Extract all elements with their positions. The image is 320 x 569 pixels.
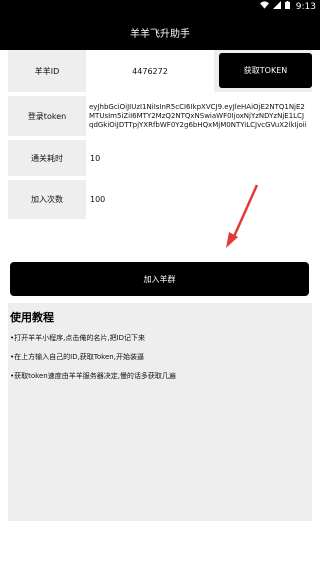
count-input[interactable]: 100 (86, 180, 312, 219)
id-row: 羊羊ID 4476272 获取TOKEN (8, 50, 312, 92)
wifi-icon (259, 1, 269, 12)
battery-icon (284, 1, 290, 12)
token-label: 登录token (8, 96, 86, 136)
join-flock-button[interactable]: 加入羊群 (10, 262, 309, 296)
signal-icon (272, 1, 281, 12)
id-input[interactable]: 4476272 (86, 50, 214, 92)
app-bar: 羊羊飞升助手 (0, 14, 320, 50)
count-row: 加入次数 100 (8, 180, 312, 219)
tutorial-step: •打开羊羊小程序,点击俺的名片,把ID记下来 (10, 334, 146, 342)
status-bar: 9:13 (0, 0, 320, 14)
id-label: 羊羊ID (8, 50, 86, 92)
token-input[interactable]: eyJhbGciOiJIUzI1NiIsInR5cCI6IkpXVCJ9.eyJ… (86, 96, 312, 136)
time-label: 通关耗时 (8, 140, 86, 176)
status-icons: 9:13 (259, 1, 316, 12)
time-input[interactable]: 10 (86, 140, 312, 176)
status-time: 9:13 (295, 1, 316, 12)
count-label: 加入次数 (8, 180, 86, 219)
tutorial-panel: 使用教程 •打开羊羊小程序,点击俺的名片,把ID记下来 •在上方输入自己的ID,… (8, 303, 312, 521)
tutorial-step: •获取token速度由羊羊服务器决定,慢的话多获取几遍 (10, 372, 176, 380)
time-row: 通关耗时 10 (8, 140, 312, 176)
tutorial-step: •在上方输入自己的ID,获取Token,开始装逼 (10, 353, 144, 361)
token-row: 登录token eyJhbGciOiJIUzI1NiIsInR5cCI6IkpX… (8, 96, 312, 136)
app-title: 羊羊飞升助手 (130, 28, 190, 40)
tutorial-title: 使用教程 (10, 311, 54, 324)
get-token-button[interactable]: 获取TOKEN (219, 53, 312, 88)
